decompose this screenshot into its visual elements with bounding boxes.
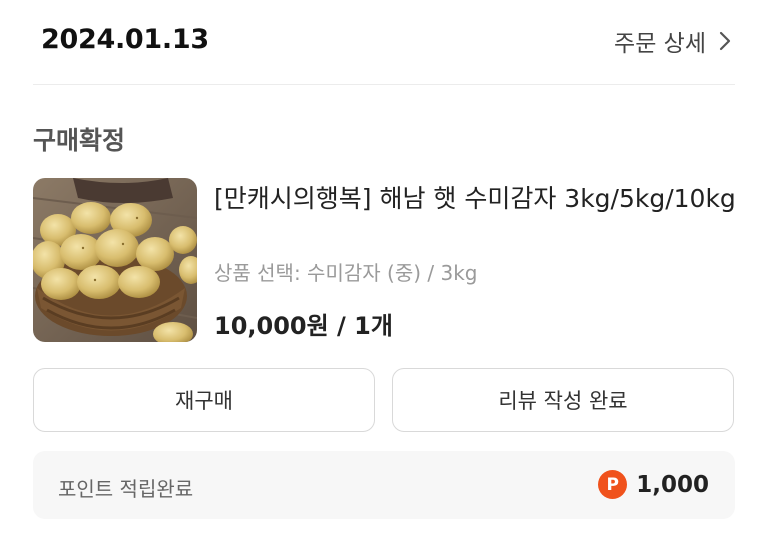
- order-detail-link[interactable]: 주문 상세: [614, 24, 732, 58]
- point-badge-icon: P: [598, 470, 628, 499]
- order-status: 구매확정: [33, 126, 126, 155]
- review-complete-button[interactable]: 리뷰 작성 완료: [392, 368, 734, 432]
- product-image[interactable]: [33, 178, 197, 342]
- points-summary: 포인트 적립완료 P 1,000: [33, 451, 735, 519]
- product-name[interactable]: [만캐시의행복] 해남 햇 수미감자 3kg/5kg/10kg: [214, 180, 738, 217]
- rebuy-button[interactable]: 재구매: [33, 368, 375, 432]
- points-value: P 1,000: [598, 470, 709, 499]
- order-date: 2024.01.13: [41, 24, 209, 55]
- order-header: 2024.01.13 주문 상세: [0, 0, 768, 84]
- product-price-quantity: 10,000원 / 1개: [214, 312, 393, 340]
- order-detail-label: 주문 상세: [614, 31, 706, 57]
- points-label: 포인트 적립완료: [58, 477, 194, 501]
- chevron-right-icon: [719, 31, 731, 51]
- potato-basket-illustration: [33, 178, 197, 342]
- points-amount: 1,000: [636, 471, 709, 498]
- header-divider: [33, 84, 735, 85]
- product-option: 상품 선택: 수미감자 (중) / 3kg: [214, 261, 478, 285]
